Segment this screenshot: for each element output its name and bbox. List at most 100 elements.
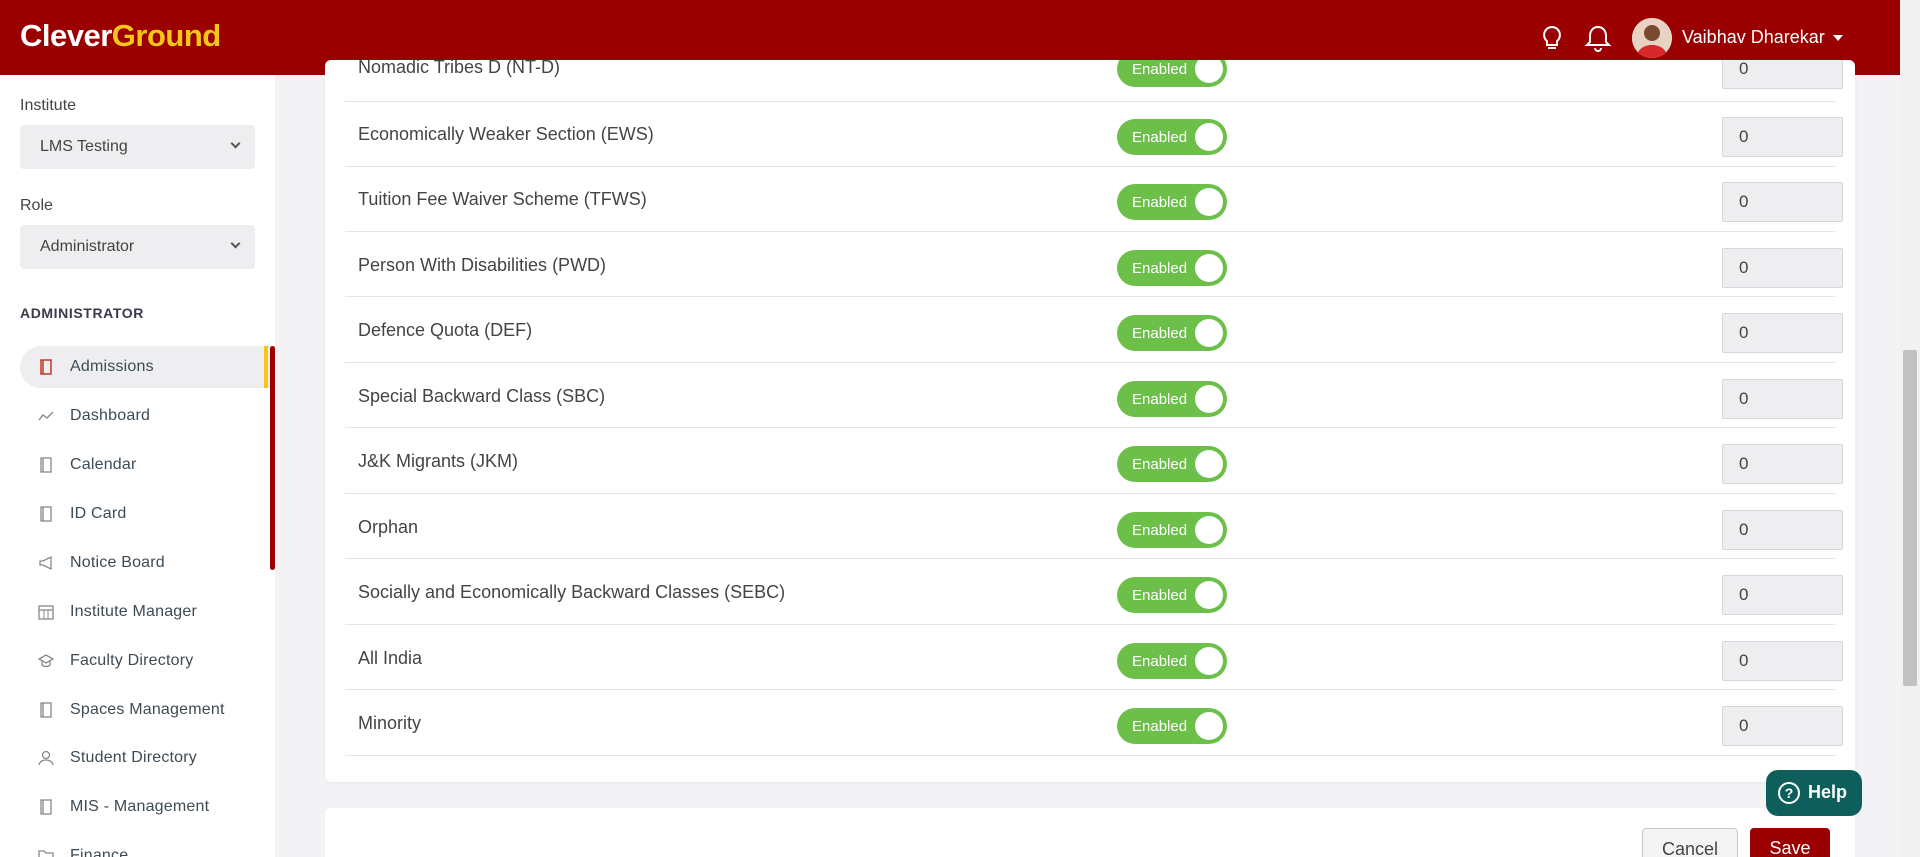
seat-count-input[interactable]: 0 xyxy=(1722,379,1843,419)
toggle-label: Enabled xyxy=(1132,456,1188,473)
brand-logo[interactable]: CleverGround xyxy=(20,18,221,54)
save-button[interactable]: Save xyxy=(1750,828,1830,857)
status-toggle[interactable]: Enabled xyxy=(1117,577,1227,613)
seat-count-input[interactable]: 0 xyxy=(1722,182,1843,222)
notebook-icon xyxy=(38,506,54,522)
sidebar-item-label: MIS - Management xyxy=(70,798,210,815)
table-row: J&K Migrants (JKM) Enabled 0 xyxy=(345,429,1843,494)
sidebar-item-calendar[interactable]: Calendar xyxy=(20,444,270,486)
sidebar-item-institute-manager[interactable]: Institute Manager xyxy=(20,591,270,633)
sidebar-item-finance[interactable]: Finance xyxy=(20,835,270,857)
toggle-knob xyxy=(1195,450,1223,478)
toggle-knob xyxy=(1195,516,1223,544)
sidebar-item-dashboard[interactable]: Dashboard xyxy=(20,395,270,437)
institute-select[interactable]: LMS Testing xyxy=(20,125,255,169)
seat-count-input[interactable]: 0 xyxy=(1722,641,1843,681)
sidebar-item-student-directory[interactable]: Student Directory xyxy=(20,737,270,779)
status-toggle[interactable]: Enabled xyxy=(1117,512,1227,548)
brand-logo-part-ground: Ground xyxy=(111,18,221,53)
status-toggle[interactable]: Enabled xyxy=(1117,119,1227,155)
category-name: Person With Disabilities (PWD) xyxy=(358,255,607,275)
sidebar-item-admissions[interactable]: Admissions xyxy=(20,346,270,388)
sidebar-scrollbar[interactable] xyxy=(270,346,275,570)
help-button[interactable]: ? Help xyxy=(1766,770,1862,816)
toggle-knob xyxy=(1195,581,1223,609)
toggle-knob xyxy=(1195,385,1223,413)
seat-count-input[interactable]: 0 xyxy=(1722,313,1843,353)
toggle-label: Enabled xyxy=(1132,587,1188,604)
sidebar-item-faculty-directory[interactable]: Faculty Directory xyxy=(20,640,270,682)
calendar-grid-icon xyxy=(38,604,54,620)
action-card xyxy=(325,808,1855,857)
toggle-label: Enabled xyxy=(1132,718,1188,735)
sidebar-item-label: ID Card xyxy=(70,505,127,522)
cancel-button[interactable]: Cancel xyxy=(1642,828,1738,857)
institute-label: Institute xyxy=(20,97,77,114)
category-name: Socially and Economically Backward Class… xyxy=(358,582,786,602)
table-row: All India Enabled 0 xyxy=(345,625,1843,690)
question-icon: ? xyxy=(1778,782,1800,804)
toggle-knob xyxy=(1195,188,1223,216)
chevron-down-icon xyxy=(230,138,241,149)
category-name: Tuition Fee Waiver Scheme (TFWS) xyxy=(358,189,647,209)
toggle-label: Enabled xyxy=(1132,522,1188,539)
help-label: Help xyxy=(1808,782,1848,802)
role-select-value: Administrator xyxy=(40,238,135,255)
status-toggle[interactable]: Enabled xyxy=(1117,446,1227,482)
role-select[interactable]: Administrator xyxy=(20,225,255,269)
seat-count-input[interactable]: 0 xyxy=(1722,575,1843,615)
table-row: Minority Enabled 0 xyxy=(345,691,1843,756)
sidebar-item-label: Calendar xyxy=(70,456,137,473)
seat-count-input[interactable]: 0 xyxy=(1722,706,1843,746)
status-toggle[interactable]: Enabled xyxy=(1117,708,1227,744)
table-row: Person With Disabilities (PWD) Enabled 0 xyxy=(345,232,1843,297)
notebook-icon xyxy=(38,702,54,718)
seat-count-input[interactable]: 0 xyxy=(1722,60,1843,89)
notebook-icon xyxy=(38,359,54,375)
notebook-icon xyxy=(38,799,54,815)
sidebar-item-label: Notice Board xyxy=(70,554,165,571)
folder-icon xyxy=(38,848,54,857)
seat-count-input[interactable]: 0 xyxy=(1722,248,1843,288)
avatar[interactable] xyxy=(1632,18,1672,58)
notebook-icon xyxy=(38,457,54,473)
toggle-knob xyxy=(1195,123,1223,151)
sidebar-item-label: Faculty Directory xyxy=(70,652,194,669)
status-toggle[interactable]: Enabled xyxy=(1117,60,1227,87)
sidebar-item-id-card[interactable]: ID Card xyxy=(20,493,270,535)
category-name: Economically Weaker Section (EWS) xyxy=(358,124,654,144)
toggle-label: Enabled xyxy=(1132,325,1188,342)
page-scrollbar-thumb[interactable] xyxy=(1903,350,1917,686)
institute-select-value: LMS Testing xyxy=(40,138,128,155)
seat-count-input[interactable]: 0 xyxy=(1722,510,1843,550)
megaphone-icon xyxy=(38,555,54,571)
user-icon xyxy=(38,750,54,766)
sidebar-item-notice-board[interactable]: Notice Board xyxy=(20,542,270,584)
category-name: Nomadic Tribes D (NT-D) xyxy=(358,60,561,77)
brand-logo-part-clever: Clever xyxy=(20,18,112,53)
toggle-label: Enabled xyxy=(1132,653,1188,670)
table-row: Defence Quota (DEF) Enabled 0 xyxy=(345,298,1843,363)
status-toggle[interactable]: Enabled xyxy=(1117,184,1227,220)
sidebar-section-heading: ADMINISTRATOR xyxy=(20,305,144,321)
seat-count-input[interactable]: 0 xyxy=(1722,444,1843,484)
status-toggle[interactable]: Enabled xyxy=(1117,250,1227,286)
category-name: Minority xyxy=(358,713,422,733)
status-toggle[interactable]: Enabled xyxy=(1117,381,1227,417)
user-name[interactable]: Vaibhav Dharekar xyxy=(1682,27,1825,48)
table-row: Special Backward Class (SBC) Enabled 0 xyxy=(345,363,1843,428)
bell-icon[interactable] xyxy=(1584,24,1612,52)
seat-count-input[interactable]: 0 xyxy=(1722,117,1843,157)
sidebar-item-label: Dashboard xyxy=(70,407,151,424)
chevron-down-icon[interactable] xyxy=(1833,35,1843,41)
sidebar-item-spaces-management[interactable]: Spaces Management xyxy=(20,689,270,731)
status-toggle[interactable]: Enabled xyxy=(1117,643,1227,679)
category-name: Defence Quota (DEF) xyxy=(358,320,533,340)
status-toggle[interactable]: Enabled xyxy=(1117,315,1227,351)
toggle-label: Enabled xyxy=(1132,194,1188,211)
category-name: Special Backward Class (SBC) xyxy=(358,386,606,406)
toggle-label: Enabled xyxy=(1132,260,1188,277)
table-row: Tuition Fee Waiver Scheme (TFWS) Enabled… xyxy=(345,167,1843,232)
sidebar-item-mis-management[interactable]: MIS - Management xyxy=(20,786,270,828)
bulb-icon[interactable] xyxy=(1538,24,1566,52)
